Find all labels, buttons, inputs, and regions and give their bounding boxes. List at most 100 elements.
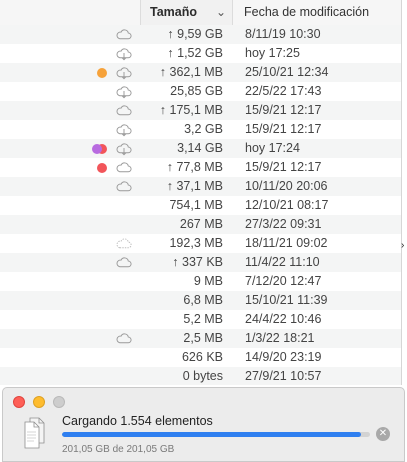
modified-date: 15/9/21 12:17 [245,160,322,174]
file-row[interactable]: ↑ 362,1 MB 25/10/21 12:34 [0,63,401,82]
tags [92,25,112,44]
file-size: ↑ 9,59 GB [167,27,223,41]
tags [92,158,112,177]
progress-subtitle: 201,05 GB de 201,05 GB [62,444,175,455]
file-size: 3,14 GB [177,141,223,155]
file-row[interactable]: 267 MB 27/3/22 09:31 [0,215,401,234]
finder-list-view: Tamaño ⌄ Fecha de modificación ↑ 9,59 GB… [0,0,402,385]
file-size: 2,5 MB [183,331,223,345]
file-row[interactable]: 626 KB 14/9/20 23:19 [0,348,401,367]
column-header: Tamaño ⌄ Fecha de modificación [0,0,401,26]
file-row[interactable]: 192,3 MB 18/11/21 09:02 [0,234,401,253]
tags [92,120,112,139]
close-button[interactable] [13,396,25,408]
file-size: ↑ 337 KB [172,255,223,269]
cloud-icon [116,29,132,40]
size-column-header[interactable]: Tamaño ⌄ [140,0,233,25]
file-row[interactable]: ↑ 9,59 GB 8/11/19 10:30 [0,25,401,44]
sort-chevron-icon: ⌄ [215,5,226,19]
file-row[interactable]: 25,85 GB 22/5/22 17:43 [0,82,401,101]
file-row[interactable]: 9 MB 7/12/20 12:47 [0,272,401,291]
modified-date: hoy 17:24 [245,141,300,155]
file-rows: ↑ 9,59 GB 8/11/19 10:30 ↑ 1,52 GB hoy 17:25… [0,25,401,385]
cloud-icon [116,162,132,173]
modified-date: 15/9/21 12:17 [245,103,322,117]
file-size: 267 MB [179,217,223,231]
file-row[interactable]: 2,5 MB 1/3/22 18:21 [0,329,401,348]
file-row[interactable]: ↑ 1,52 GB hoy 17:25 [0,44,401,63]
tags [92,215,112,234]
minimize-button[interactable] [33,396,45,408]
documents-icon [24,417,45,449]
file-size: 6,8 MB [183,293,223,307]
file-row[interactable]: ↑ 175,1 MB 15/9/21 12:17 [0,101,401,120]
cloud-icon [116,105,132,116]
tags [92,253,112,272]
column-resize-icon: › [401,240,405,251]
stop-button[interactable]: ✕ [376,427,390,441]
modified-date: 11/4/22 11:10 [245,255,320,269]
modified-date: hoy 17:25 [245,46,300,60]
tags [92,139,112,158]
tags [92,272,112,291]
file-row[interactable]: ↑ 77,8 MB 15/9/21 12:17 [0,158,401,177]
file-size: ↑ 175,1 MB [159,103,223,117]
file-size: 9 MB [193,274,223,288]
progress-window: Cargando 1.554 elementos 201,05 GB de 20… [2,387,405,462]
file-size: 754,1 MB [169,198,223,212]
modified-date: 27/3/22 09:31 [245,217,322,231]
modified-date: 1/3/22 18:21 [245,331,315,345]
file-row[interactable]: 5,2 MB 24/4/22 10:46 [0,310,401,329]
tags [92,310,112,329]
file-row[interactable]: 754,1 MB 12/10/21 08:17 [0,196,401,215]
zoom-button [53,396,65,408]
file-row[interactable]: ↑ 37,1 MB 10/11/20 20:06 [0,177,401,196]
tags [92,196,112,215]
file-row[interactable]: 3,2 GB 15/9/21 12:17 [0,120,401,139]
progress-title: Cargando 1.554 elementos [62,414,213,428]
cloud-download-icon [116,124,132,137]
cloud-download-icon [116,67,132,80]
modified-date: 15/10/21 11:39 [245,293,328,307]
cloud-dashed-icon [116,238,132,249]
file-row[interactable]: 6,8 MB 15/10/21 11:39 [0,291,401,310]
modified-date: 22/5/22 17:43 [245,84,322,98]
file-size: ↑ 37,1 MB [166,179,223,193]
tags [92,63,112,82]
tags [92,177,112,196]
file-row[interactable]: 0 bytes 27/9/21 10:57 [0,367,401,385]
tags [92,234,112,253]
file-size: 192,3 MB [169,236,223,250]
cloud-download-icon [116,143,132,156]
cloud-download-icon [116,86,132,99]
modified-date: 7/12/20 12:47 [245,274,322,288]
file-size: 0 bytes [182,369,223,383]
file-size: 3,2 GB [184,122,223,136]
modified-date: 14/9/20 23:19 [245,350,322,364]
progress-bar-fill [62,432,361,437]
modified-date: 25/10/21 12:34 [245,65,329,79]
tags [92,329,112,348]
cloud-icon [116,181,132,192]
tags [92,367,112,385]
tags [92,82,112,101]
file-size: 5,2 MB [183,312,223,326]
cloud-download-icon [116,48,132,61]
file-row[interactable]: 3,14 GB hoy 17:24 [0,139,401,158]
tag-dot [92,144,102,154]
file-size: 25,85 GB [170,84,223,98]
progress-bar [62,432,370,437]
tags [92,348,112,367]
tags [92,291,112,310]
modified-date: 27/9/21 10:57 [245,369,322,383]
date-column-header[interactable]: Fecha de modificación [244,0,369,25]
modified-date: 8/11/19 10:30 [245,27,321,41]
file-size: 626 KB [181,350,223,364]
file-size: ↑ 1,52 GB [167,46,223,60]
file-size: ↑ 362,1 MB [159,65,223,79]
file-row[interactable]: ↑ 337 KB 11/4/22 11:10 [0,253,401,272]
file-size: ↑ 77,8 MB [166,160,223,174]
modified-date: 24/4/22 10:46 [245,312,322,326]
cloud-icon [116,257,132,268]
tag-dot [97,68,107,78]
